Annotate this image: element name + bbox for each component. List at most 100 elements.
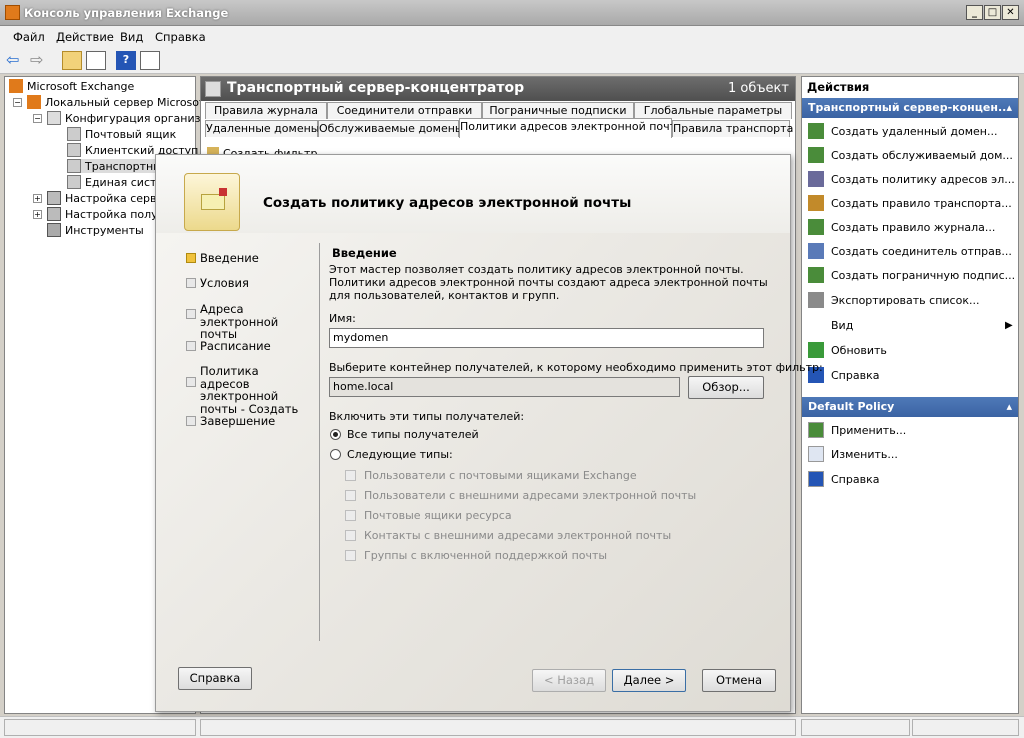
tree-item-recipient-config[interactable]: Настройка получ xyxy=(47,207,164,221)
tab-transport-rules[interactable]: Правила транспорта xyxy=(672,120,793,137)
tree-item-unified-messaging[interactable]: Единая систе xyxy=(67,175,163,189)
tree-item-tools[interactable]: Инструменты xyxy=(47,223,144,237)
result-pane-header: Транспортный сервер-концентратор 1 объек… xyxy=(201,77,795,101)
collapse-icon[interactable]: − xyxy=(13,98,22,107)
tree-item-server-config[interactable]: Настройка серве xyxy=(47,191,163,205)
tab-email-address-policies[interactable]: Политики адресов электронной почты xyxy=(459,118,685,138)
cancel-button[interactable]: Отмена xyxy=(702,669,776,692)
action-item[interactable]: Создать пограничную подпис... xyxy=(808,267,1015,285)
collapse-chevron-icon[interactable]: ▴ xyxy=(1006,98,1012,117)
back-arrow-icon[interactable]: ⇦ xyxy=(6,51,26,70)
recipient-type-label: Группы с включенной поддержкой почты xyxy=(364,549,608,562)
help-icon xyxy=(808,471,824,487)
step-pending-icon xyxy=(186,416,196,426)
step-conditions: Условия xyxy=(186,277,311,290)
expand-icon[interactable]: + xyxy=(33,194,42,203)
recipient-type-checkbox[interactable] xyxy=(345,530,356,541)
title-bar: Консоль управления Exchange _ □ ✕ xyxy=(0,0,1024,26)
next-button[interactable]: Далее > xyxy=(612,669,686,692)
action-item[interactable]: Экспортировать список... xyxy=(808,292,979,310)
status-panel xyxy=(801,719,910,736)
action-item[interactable]: Создать правило транспорта... xyxy=(808,195,1012,213)
action-item[interactable]: Создать обслуживаемый дом... xyxy=(808,147,1013,165)
following-types-radio[interactable] xyxy=(330,449,341,460)
status-panel xyxy=(4,719,196,736)
step-active-icon xyxy=(186,253,196,263)
collapse-icon[interactable]: − xyxy=(33,114,42,123)
tree-item-mailbox[interactable]: Почтовый ящик xyxy=(67,127,176,141)
all-types-radio[interactable] xyxy=(330,429,341,440)
action-item[interactable]: Обновить xyxy=(808,342,887,360)
close-button[interactable]: ✕ xyxy=(1002,5,1019,20)
submenu-arrow-icon: ▶ xyxy=(1005,320,1013,331)
show-tree-icon[interactable] xyxy=(86,51,106,70)
tab-global-settings[interactable]: Глобальные параметры xyxy=(634,102,792,119)
step-schedule: Расписание xyxy=(186,340,311,353)
object-count: 1 объект xyxy=(728,81,789,96)
journal-rule-icon xyxy=(808,219,824,235)
recipient-type-checkbox[interactable] xyxy=(345,510,356,521)
actions-section-transport[interactable]: Транспортный сервер-концен... ▴ xyxy=(802,98,1018,118)
action-item[interactable]: Изменить... xyxy=(808,446,898,464)
step-pending-icon xyxy=(186,278,196,288)
actions-section-default-policy[interactable]: Default Policy ▴ xyxy=(802,397,1018,417)
action-item[interactable]: Создать удаленный домен... xyxy=(808,123,997,141)
window-title: Консоль управления Exchange xyxy=(24,6,229,20)
action-item[interactable]: Справка xyxy=(808,471,879,489)
edge-subscription-icon xyxy=(808,267,824,283)
mailbox-icon xyxy=(67,127,81,141)
action-item[interactable]: Создать политику адресов эл... xyxy=(808,171,1015,189)
tab-journal-rules[interactable]: Правила журнала xyxy=(205,102,327,119)
tree-item-local-server[interactable]: Локальный сервер Microsoft E xyxy=(27,95,217,109)
result-pane-title: Транспортный сервер-концентратор xyxy=(227,80,525,96)
collapse-chevron-icon[interactable]: ▴ xyxy=(1006,397,1012,416)
recipient-type-label: Контакты с внешними адресами электронной… xyxy=(364,529,672,542)
recipient-type-checkbox[interactable] xyxy=(345,470,356,481)
send-connector-icon xyxy=(808,243,824,259)
recipient-type-checkbox[interactable] xyxy=(345,550,356,561)
section-title: Введение xyxy=(332,246,397,260)
name-input[interactable]: mydomen xyxy=(329,328,764,348)
action-pane-icon[interactable] xyxy=(140,51,160,70)
menu-view[interactable]: Вид xyxy=(120,30,143,44)
menu-action[interactable]: Действие xyxy=(56,30,114,44)
minimize-button[interactable]: _ xyxy=(966,5,983,20)
view-icon xyxy=(808,317,824,333)
expand-icon[interactable]: + xyxy=(33,210,42,219)
tree-item-transport[interactable]: Транспортны xyxy=(67,159,162,173)
container-field[interactable]: home.local xyxy=(329,377,680,397)
tab-send-connectors[interactable]: Соединители отправки xyxy=(327,102,482,119)
action-item[interactable]: Создать соединитель отправ... xyxy=(808,243,1012,261)
toolbar: ⇦ ⇨ ? xyxy=(0,48,1024,74)
step-completion: Завершение xyxy=(186,415,311,428)
tab-edge-subscriptions[interactable]: Пограничные подписки xyxy=(482,102,634,119)
wizard-header: Создать политику адресов электронной поч… xyxy=(156,155,790,233)
tree-item-exchange[interactable]: Microsoft Exchange xyxy=(9,79,134,93)
status-bar xyxy=(0,716,1024,738)
browse-button[interactable]: Обзор... xyxy=(688,376,764,399)
wizard-divider xyxy=(319,243,320,641)
up-folder-icon[interactable] xyxy=(62,51,82,70)
back-button[interactable]: < Назад xyxy=(532,669,606,692)
help-icon[interactable]: ? xyxy=(116,51,136,70)
transport-icon xyxy=(67,159,81,173)
tree-item-org-config[interactable]: Конфигурация организац xyxy=(47,111,215,125)
recipient-type-checkbox[interactable] xyxy=(345,490,356,501)
action-item[interactable]: Применить... xyxy=(808,422,906,440)
action-item[interactable]: Создать правило журнала... xyxy=(808,219,995,237)
tab-accepted-domains[interactable]: Обслуживаемые домены xyxy=(318,120,464,137)
maximize-button[interactable]: □ xyxy=(984,5,1001,20)
tab-remote-domains[interactable]: Удаленные домены xyxy=(205,120,319,137)
menu-bar: Файл Действие Вид Справка xyxy=(0,26,1024,48)
menu-help[interactable]: Справка xyxy=(155,30,206,44)
transport-icon xyxy=(205,81,221,97)
forward-arrow-icon[interactable]: ⇨ xyxy=(30,51,50,70)
action-item[interactable]: Вид xyxy=(808,317,853,335)
help-button[interactable]: Справка xyxy=(178,667,252,690)
exchange-logo-icon xyxy=(5,5,20,20)
email-policy-icon xyxy=(808,171,824,187)
organization-icon xyxy=(47,111,61,125)
recipient-icon xyxy=(47,207,61,221)
menu-file[interactable]: Файл xyxy=(13,30,45,44)
container-label: Выберите контейнер получателей, к которо… xyxy=(329,361,823,374)
